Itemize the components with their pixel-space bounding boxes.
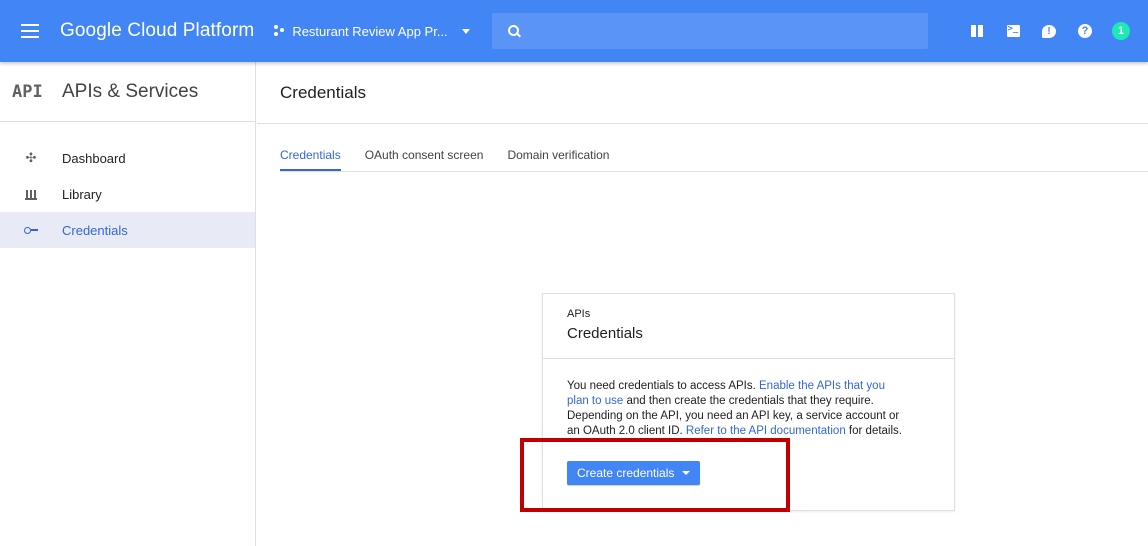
sidebar-item-label: Credentials xyxy=(62,222,128,238)
tab-oauth-consent-screen[interactable]: OAuth consent screen xyxy=(365,148,484,171)
key-icon xyxy=(24,226,38,234)
api-logo: API xyxy=(12,81,43,102)
sidebar-item-credentials[interactable]: Credentials xyxy=(0,212,255,248)
tab-domain-verification[interactable]: Domain verification xyxy=(507,148,609,171)
sidebar-item-label: Dashboard xyxy=(62,150,126,166)
main-content: Credentials Credentials OAuth consent sc… xyxy=(257,62,1148,546)
search-input[interactable] xyxy=(491,13,928,49)
description-text: for details. xyxy=(845,425,902,437)
page-title: Credentials xyxy=(280,82,366,102)
library-icon xyxy=(25,188,37,200)
sidebar: API APIs & Services ✣ Dashboard Library … xyxy=(0,62,256,546)
dashboard-icon: ✣ xyxy=(25,150,37,165)
description-text: You need credentials to access APIs. xyxy=(567,380,760,392)
project-selector[interactable]: Resturant Review App Pr... xyxy=(274,23,470,39)
gift-icon[interactable] xyxy=(962,16,992,46)
create-credentials-label: Create credentials xyxy=(577,466,675,480)
card-subtitle: APIs xyxy=(567,308,591,320)
sidebar-item-dashboard[interactable]: ✣ Dashboard xyxy=(0,140,255,176)
card-header: APIs Credentials xyxy=(543,294,954,359)
tab-bar: Credentials OAuth consent screen Domain … xyxy=(280,124,1148,172)
sidebar-item-label: Library xyxy=(62,186,102,202)
cloud-shell-icon[interactable] xyxy=(998,16,1028,46)
menu-icon[interactable] xyxy=(0,30,60,32)
top-app-bar: Google Cloud Platform Resturant Review A… xyxy=(0,0,1148,62)
card-title: Credentials xyxy=(567,325,643,342)
project-icon xyxy=(274,25,286,37)
create-credentials-button[interactable]: Create credentials xyxy=(567,461,701,485)
sidebar-item-library[interactable]: Library xyxy=(0,176,255,212)
card-description: You need credentials to access APIs. Ena… xyxy=(543,359,928,439)
help-icon[interactable]: ? xyxy=(1070,16,1100,46)
sidebar-title: APIs & Services xyxy=(62,80,199,102)
search-icon xyxy=(507,24,521,38)
feedback-icon[interactable]: ! xyxy=(1034,16,1064,46)
brand-title[interactable]: Google Cloud Platform xyxy=(60,20,254,42)
tab-credentials[interactable]: Credentials xyxy=(280,148,341,171)
notification-count: 1 xyxy=(1112,22,1130,40)
project-name: Resturant Review App Pr... xyxy=(292,23,448,39)
sidebar-header: API APIs & Services xyxy=(0,62,255,122)
account-avatar[interactable]: 1 xyxy=(1106,16,1136,46)
sidebar-nav: ✣ Dashboard Library Credentials xyxy=(0,140,255,248)
chevron-down-icon xyxy=(461,28,470,34)
main-header: Credentials xyxy=(257,62,1148,124)
api-documentation-link[interactable]: Refer to the API documentation xyxy=(686,425,846,437)
chevron-down-icon xyxy=(682,471,691,475)
credentials-card: APIs Credentials You need credentials to… xyxy=(542,293,955,511)
